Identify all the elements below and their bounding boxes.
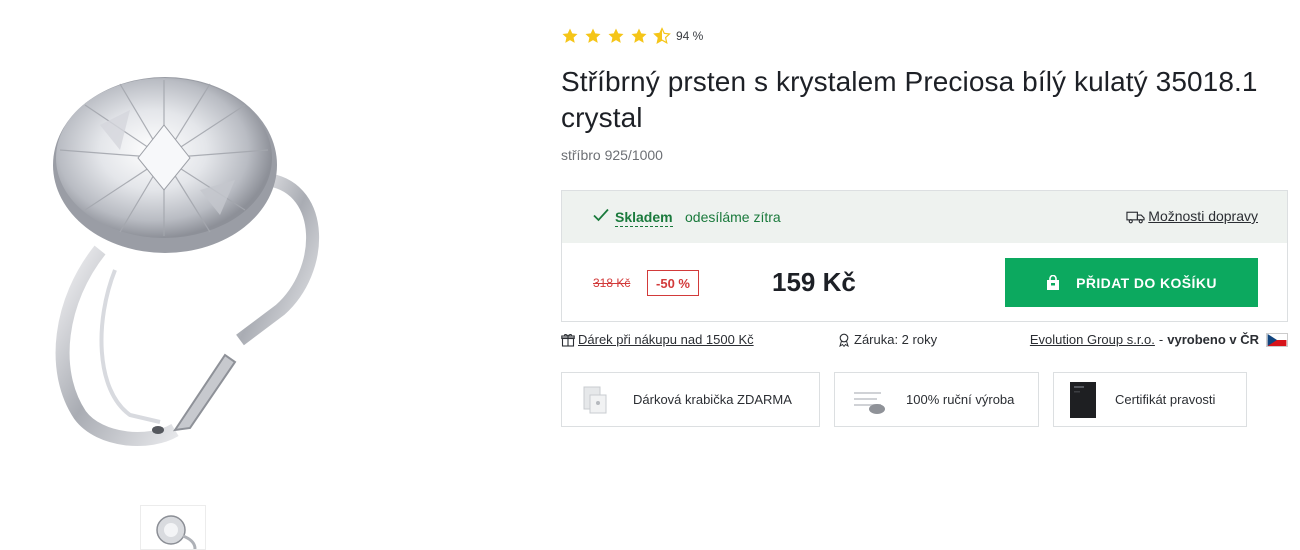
maker-separator: - xyxy=(1158,332,1164,347)
star-icon xyxy=(562,28,578,43)
truck-icon xyxy=(1126,211,1145,223)
half-star-icon xyxy=(653,27,671,45)
feature-certificate: Certifikát pravosti xyxy=(1053,372,1247,427)
star-icon xyxy=(631,28,647,43)
maker-link[interactable]: Evolution Group s.r.o. xyxy=(1030,332,1155,347)
certificate-image xyxy=(1070,382,1096,418)
feature-label: 100% ruční výroba xyxy=(906,392,1015,407)
meta-row: Dárek při nákupu nad 1500 Kč Záruka: 2 r… xyxy=(561,330,1288,350)
shipping-note: odesíláme zítra xyxy=(685,209,781,225)
check-icon xyxy=(593,208,609,222)
rating[interactable]: 94 % xyxy=(561,26,703,46)
features-row: Dárková krabička ZDARMA 100% ruční výrob… xyxy=(561,372,1261,427)
gift-icon xyxy=(561,333,575,347)
discount-badge: -50 % xyxy=(647,270,699,296)
gift-box-image xyxy=(583,386,607,414)
add-to-cart-label: PŘIDAT DO KOŠÍKU xyxy=(1076,274,1217,291)
star-icon xyxy=(608,28,624,43)
gift-label: Dárek při nákupu nad 1500 Kč xyxy=(578,332,754,347)
handmade-image xyxy=(854,392,885,414)
feature-handmade: 100% ruční výroba xyxy=(834,372,1039,427)
warranty: Záruka: 2 roky xyxy=(837,332,937,347)
feature-label: Certifikát pravosti xyxy=(1115,392,1216,407)
ring-product-image[interactable] xyxy=(40,70,340,460)
ribbon-icon xyxy=(839,333,849,347)
delivery-options-label: Možnosti dopravy xyxy=(1148,208,1258,224)
czech-flag-icon xyxy=(1266,332,1288,347)
maker-info: Evolution Group s.r.o. - vyrobeno v ČR xyxy=(1030,332,1288,347)
add-to-cart-button[interactable]: PŘIDAT DO KOŠÍKU xyxy=(1005,258,1258,307)
gift-link[interactable]: Dárek při nákupu nad 1500 Kč xyxy=(561,332,754,347)
delivery-options-link[interactable]: Možnosti dopravy xyxy=(1126,208,1258,225)
old-price: 318 Kč xyxy=(593,276,631,290)
warranty-label: Záruka: 2 roky xyxy=(854,332,938,347)
thumbnail-ring-image xyxy=(156,515,197,549)
feature-label: Dárková krabička ZDARMA xyxy=(633,392,792,407)
feature-gift-box: Dárková krabička ZDARMA xyxy=(561,372,820,427)
stock-status[interactable]: Skladem xyxy=(615,209,673,227)
product-material: stříbro 925/1000 xyxy=(561,147,663,163)
current-price: 159 Kč xyxy=(772,267,856,297)
rating-percent: 94 % xyxy=(676,29,704,43)
stock-row: Skladem odesíláme zítra Možnosti dopravy xyxy=(562,191,1287,243)
product-info: 94 % Stříbrný prsten s krystalem Precios… xyxy=(561,0,1288,550)
made-in-label: vyrobeno v ČR xyxy=(1167,332,1259,347)
thumbnail-ring[interactable] xyxy=(140,505,206,550)
bag-icon xyxy=(1047,274,1060,290)
buy-box: Skladem odesíláme zítra Možnosti dopravy… xyxy=(561,190,1288,322)
star-icon xyxy=(585,28,601,43)
product-gallery xyxy=(0,0,540,550)
page-title: Stříbrný prsten s krystalem Preciosa bíl… xyxy=(561,66,1258,133)
